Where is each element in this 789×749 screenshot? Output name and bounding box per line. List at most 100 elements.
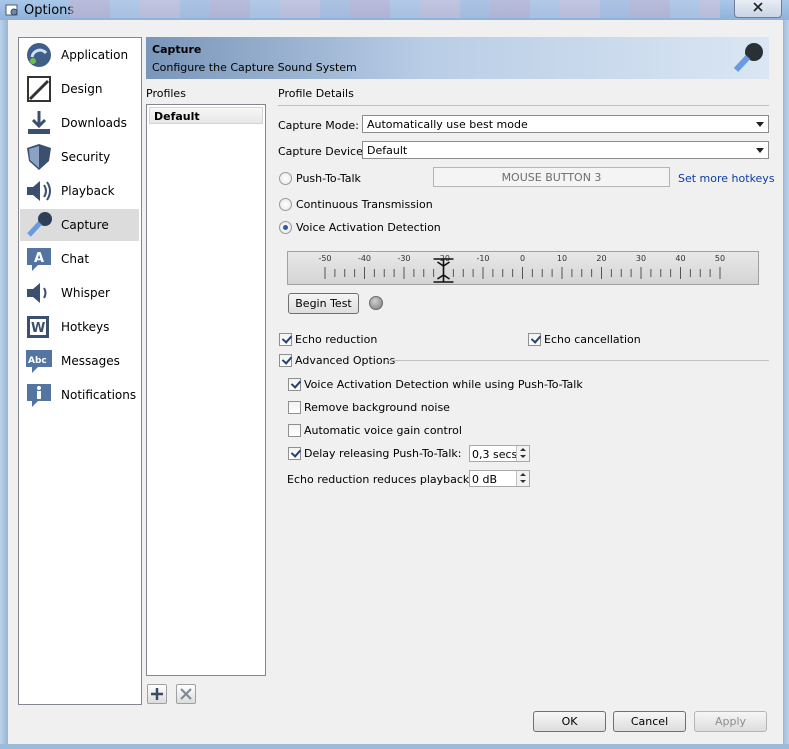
chevron-up-icon xyxy=(520,448,526,451)
voice-activation-label: Voice Activation Detection xyxy=(296,221,441,234)
sidebar-item-chat[interactable]: A Chat xyxy=(20,243,139,275)
microphone-icon xyxy=(27,212,52,237)
scale-tick-label: 30 xyxy=(636,254,646,263)
ok-button[interactable]: OK xyxy=(533,711,606,732)
echo-reduction-checkbox[interactable] xyxy=(279,333,292,346)
continuous-transmission-radio[interactable] xyxy=(279,198,292,211)
download-icon xyxy=(28,111,50,134)
automatic-gain-checkbox[interactable] xyxy=(288,424,301,437)
sidebar-item-label: Notifications xyxy=(61,388,137,402)
automatic-gain-label: Automatic voice gain control xyxy=(304,424,462,437)
scale-tick-label: -30 xyxy=(397,254,410,263)
capture-device-value: Default xyxy=(367,144,408,157)
window-frame-left xyxy=(0,20,7,749)
svg-text:Abc: Abc xyxy=(28,356,47,366)
close-icon xyxy=(180,688,192,700)
svg-text:W: W xyxy=(31,321,45,336)
add-profile-button[interactable] xyxy=(147,684,167,704)
scale-tick-label: 10 xyxy=(557,254,567,263)
profile-details-label: Profile Details xyxy=(278,87,354,100)
sidebar-item-messages[interactable]: Abc Messages xyxy=(20,345,139,377)
echo-cancellation-label: Echo cancellation xyxy=(544,333,641,346)
sidebar-item-label: Design xyxy=(61,82,103,96)
sidebar-item-capture[interactable]: Capture xyxy=(20,209,139,241)
chevron-down-icon xyxy=(520,455,526,458)
scale-tick-label: -40 xyxy=(358,254,371,263)
sidebar-item-whisper[interactable]: Whisper xyxy=(20,277,139,309)
hotkeys-icon: W xyxy=(27,316,49,338)
sidebar-item-label: Security xyxy=(61,150,111,164)
sidebar-item-security[interactable]: Security xyxy=(20,141,139,173)
vad-with-ptt-checkbox[interactable] xyxy=(288,378,301,391)
design-icon xyxy=(27,76,51,102)
begin-test-button[interactable]: Begin Test xyxy=(288,293,359,314)
scale-tick-label: 50 xyxy=(715,254,725,263)
speaker-icon xyxy=(27,181,51,201)
sidebar-item-hotkeys[interactable]: W Hotkeys xyxy=(20,311,139,343)
capture-mode-select[interactable]: Automatically use best mode xyxy=(362,115,769,133)
remove-background-noise-checkbox[interactable] xyxy=(288,401,301,414)
page-header: Capture Configure the Capture Sound Syst… xyxy=(146,37,769,79)
sidebar-item-label: Hotkeys xyxy=(61,320,110,334)
sidebar-item-design[interactable]: Design xyxy=(20,73,139,105)
page-subtitle: Configure the Capture Sound System xyxy=(152,61,357,74)
info-icon xyxy=(27,384,51,407)
echo-reduction-label: Echo reduction xyxy=(295,333,378,346)
category-sidebar: Application Design Downloads Security Pl… xyxy=(18,37,142,705)
profiles-label: Profiles xyxy=(146,87,186,100)
scale-tick-label: -10 xyxy=(476,254,489,263)
chevron-up-icon xyxy=(520,473,526,476)
microphone-icon xyxy=(733,43,763,73)
hotkey-field[interactable]: MOUSE BUTTON 3 xyxy=(433,167,670,187)
delay-ptt-value: 0,3 secs xyxy=(472,448,518,461)
spin-arrows[interactable] xyxy=(516,471,529,486)
whisper-icon xyxy=(27,283,47,303)
remove-profile-button[interactable] xyxy=(176,684,196,704)
chevron-down-icon xyxy=(520,480,526,483)
chevron-down-icon xyxy=(756,148,764,153)
delay-ptt-spinbox[interactable]: 0,3 secs xyxy=(469,445,530,462)
capture-device-select[interactable]: Default xyxy=(362,141,769,159)
spin-arrows[interactable] xyxy=(516,446,529,461)
options-app-icon xyxy=(5,4,18,16)
sidebar-item-label: Messages xyxy=(61,354,120,368)
sidebar-item-label: Chat xyxy=(61,252,90,266)
scale-tick-label: 0 xyxy=(520,254,525,263)
sidebar-item-label: Playback xyxy=(61,184,115,198)
apply-button[interactable]: Apply xyxy=(694,711,767,732)
echo-reduction-spinbox[interactable]: 0 dB xyxy=(469,470,530,487)
delay-ptt-checkbox[interactable] xyxy=(288,447,301,460)
voice-activation-radio[interactable] xyxy=(279,221,292,234)
echo-reduction-value: 0 dB xyxy=(472,473,498,486)
advanced-options-checkbox[interactable] xyxy=(279,354,292,367)
close-button[interactable] xyxy=(734,0,782,18)
close-icon xyxy=(753,2,763,12)
shield-icon xyxy=(27,144,51,170)
sidebar-item-playback[interactable]: Playback xyxy=(20,175,139,207)
sidebar-item-notifications[interactable]: Notifications xyxy=(20,379,139,411)
scale-tick-label: 40 xyxy=(675,254,685,263)
cancel-button[interactable]: Cancel xyxy=(613,711,686,732)
svg-text:A: A xyxy=(34,251,44,266)
set-more-hotkeys-link[interactable]: Set more hotkeys xyxy=(678,172,775,185)
chevron-down-icon xyxy=(756,122,764,127)
sidebar-item-application[interactable]: Application xyxy=(20,39,139,71)
chat-icon: A xyxy=(27,248,51,271)
divider xyxy=(387,360,769,361)
list-item[interactable]: Default xyxy=(149,107,263,124)
messages-icon: Abc xyxy=(26,350,52,373)
vad-level-slider[interactable]: -50 -40 -30 -20 -10 0 10 20 30 40 50 xyxy=(287,251,759,285)
page-title: Capture xyxy=(152,43,202,56)
blurred-taskbar xyxy=(70,0,720,18)
echo-cancellation-checkbox[interactable] xyxy=(528,333,541,346)
sidebar-item-downloads[interactable]: Downloads xyxy=(20,107,139,139)
divider xyxy=(278,105,769,106)
title-bar: Options xyxy=(0,0,789,20)
application-icon xyxy=(27,43,51,67)
continuous-transmission-label: Continuous Transmission xyxy=(296,198,433,211)
push-to-talk-radio[interactable] xyxy=(279,172,292,185)
delay-ptt-label: Delay releasing Push-To-Talk: xyxy=(304,447,462,460)
capture-mode-value: Automatically use best mode xyxy=(367,118,528,131)
plus-icon xyxy=(151,688,163,700)
test-indicator-led xyxy=(369,296,383,310)
